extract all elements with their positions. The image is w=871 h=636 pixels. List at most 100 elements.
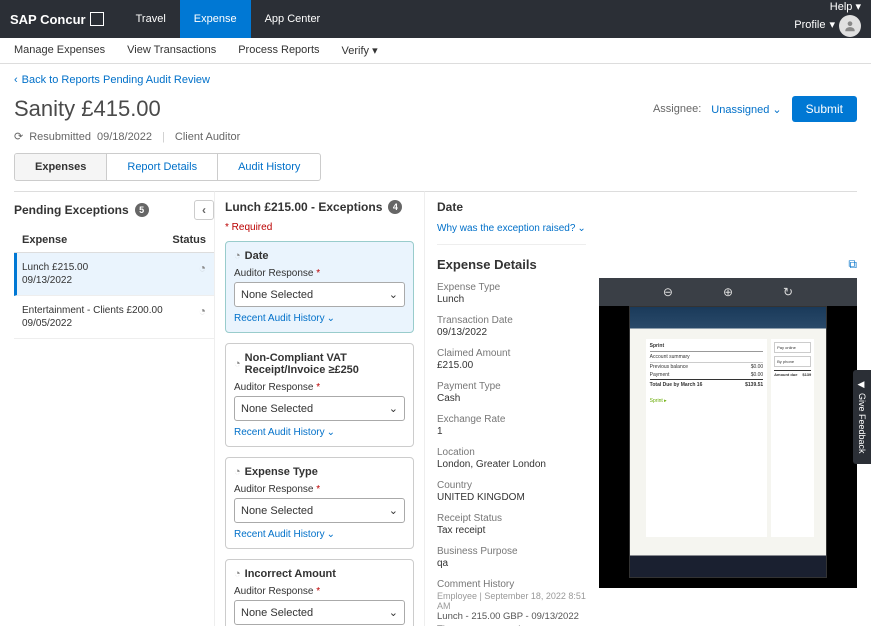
clock-icon: ◔ bbox=[234, 358, 241, 370]
exception-title: Date bbox=[245, 250, 269, 262]
auditor-response-label: Auditor Response bbox=[234, 268, 314, 279]
field-label: Location bbox=[437, 447, 587, 458]
brand: SAP Concur bbox=[10, 12, 104, 27]
subnav-manage[interactable]: Manage Expenses bbox=[14, 44, 105, 57]
pending-exceptions-title: Pending Exceptions bbox=[14, 203, 129, 217]
item-title: Entertainment - Clients £200.00 bbox=[22, 304, 163, 317]
chevron-down-icon: ⌄ bbox=[389, 606, 398, 619]
subnav-process[interactable]: Process Reports bbox=[238, 44, 319, 57]
pending-exceptions-panel: Pending Exceptions 5 ‹ Expense Status Lu… bbox=[14, 191, 214, 626]
avatar-icon bbox=[839, 15, 861, 37]
pending-count-badge: 5 bbox=[135, 203, 149, 217]
required-note: * Required bbox=[225, 222, 414, 233]
report-title: Sanity £415.00 bbox=[14, 96, 161, 122]
auditor-response-select[interactable]: None Selected⌄ bbox=[234, 396, 405, 421]
field-label: Country bbox=[437, 480, 587, 491]
submit-button[interactable]: Submit bbox=[792, 96, 857, 122]
subnav-verify[interactable]: Verify ▾ bbox=[342, 44, 378, 57]
item-date: 09/05/2022 bbox=[22, 317, 163, 330]
nav-appcenter[interactable]: App Center bbox=[251, 0, 335, 38]
external-link-icon[interactable]: ⧉ bbox=[848, 257, 857, 271]
exceptions-title: Lunch £215.00 - Exceptions bbox=[225, 200, 382, 214]
clock-icon: ◔ bbox=[234, 466, 241, 478]
field-value: qa bbox=[437, 558, 587, 569]
field-label: Payment Type bbox=[437, 381, 587, 392]
field-value: 09/13/2022 bbox=[437, 327, 587, 338]
expense-details-fields: Expense Details Expense TypeLunch Transa… bbox=[437, 257, 587, 626]
item-title: Lunch £215.00 bbox=[22, 261, 88, 274]
top-right: Help ▾ Profile ▾ bbox=[794, 1, 861, 36]
sub-nav: Manage Expenses View Transactions Proces… bbox=[0, 38, 871, 64]
tab-audit-history[interactable]: Audit History bbox=[218, 154, 320, 180]
recent-audit-history-link[interactable]: Recent Audit History ⌄ bbox=[234, 427, 335, 438]
subnav-view[interactable]: View Transactions bbox=[127, 44, 216, 57]
tab-expenses[interactable]: Expenses bbox=[15, 154, 107, 180]
field-value: UNITED KINGDOM bbox=[437, 492, 587, 503]
clock-icon: ◔ bbox=[234, 250, 241, 262]
field-label: Claimed Amount bbox=[437, 348, 587, 359]
auditor-response-label: Auditor Response bbox=[234, 484, 314, 495]
auditor-response-select[interactable]: None Selected⌄ bbox=[234, 498, 405, 523]
list-item[interactable]: Entertainment - Clients £200.00 09/05/20… bbox=[14, 296, 214, 339]
status-row: ⟳ Resubmitted 09/18/2022 | Client Audito… bbox=[0, 130, 871, 153]
auditor-response-select[interactable]: None Selected⌄ bbox=[234, 282, 405, 307]
nav-expense[interactable]: Expense bbox=[180, 0, 251, 38]
zoom-in-icon[interactable]: ⊕ bbox=[723, 285, 733, 299]
col-header-status: Status bbox=[172, 234, 206, 246]
item-date: 09/13/2022 bbox=[22, 274, 88, 287]
assignee-value[interactable]: Unassigned ⌄ bbox=[711, 103, 781, 116]
chevron-down-icon: ⌄ bbox=[389, 402, 398, 415]
megaphone-icon: ◀ bbox=[857, 380, 867, 390]
auditor-response-select[interactable]: None Selected⌄ bbox=[234, 600, 405, 625]
status-date: 09/18/2022 bbox=[97, 131, 152, 143]
comment-meta: Employee | September 18, 2022 8:51 AM bbox=[437, 591, 587, 611]
list-header: Expense Status bbox=[14, 228, 214, 253]
auditor-response-label: Auditor Response bbox=[234, 382, 314, 393]
back-link[interactable]: ‹ Back to Reports Pending Audit Review bbox=[0, 64, 871, 92]
recent-audit-history-link[interactable]: Recent Audit History ⌄ bbox=[234, 313, 335, 324]
date-heading: Date bbox=[437, 200, 857, 220]
feedback-tab[interactable]: ◀ Give Feedback bbox=[853, 370, 871, 464]
chevron-down-icon: ⌄ bbox=[389, 288, 398, 301]
col-header-expense: Expense bbox=[22, 234, 67, 246]
chevron-down-icon: ⌄ bbox=[389, 504, 398, 517]
field-label: Comment History bbox=[437, 579, 587, 590]
exceptions-panel: Lunch £215.00 - Exceptions 4 * Required … bbox=[214, 191, 424, 626]
field-value: 1 bbox=[437, 426, 587, 437]
brand-logo-icon bbox=[90, 12, 104, 26]
zoom-out-icon[interactable]: ⊖ bbox=[663, 285, 673, 299]
field-label: Business Purpose bbox=[437, 546, 587, 557]
why-exception-link[interactable]: Why was the exception raised? ⌄ bbox=[437, 223, 586, 245]
comment-body: Lunch - 215.00 GBP - 09/13/2022 The expe… bbox=[437, 611, 587, 626]
collapse-button[interactable]: ‹ bbox=[194, 200, 214, 220]
exception-card-expense-type: ◔Expense Type Auditor Response * None Se… bbox=[225, 457, 414, 549]
exception-card-date: ◔Date Auditor Response * None Selected⌄ … bbox=[225, 241, 414, 333]
exception-title: Incorrect Amount bbox=[245, 568, 336, 580]
status-icon: ⟳ bbox=[14, 130, 23, 143]
field-value: Tax receipt bbox=[437, 525, 587, 536]
field-label: Transaction Date bbox=[437, 315, 587, 326]
nav-travel[interactable]: Travel bbox=[122, 0, 180, 38]
exception-title: Non-Compliant VAT Receipt/Invoice ≥£250 bbox=[245, 352, 405, 376]
field-label: Expense Type bbox=[437, 282, 587, 293]
recent-audit-history-link[interactable]: Recent Audit History ⌄ bbox=[234, 529, 335, 540]
exception-title: Expense Type bbox=[245, 466, 318, 478]
list-item[interactable]: Lunch £215.00 09/13/2022 ◔ bbox=[14, 253, 214, 296]
report-tabs: Expenses Report Details Audit History bbox=[14, 153, 321, 181]
clock-icon: ◔ bbox=[199, 261, 206, 287]
assignee-label: Assignee: bbox=[653, 103, 701, 115]
tab-report-details[interactable]: Report Details bbox=[107, 154, 218, 180]
clock-icon: ◔ bbox=[234, 568, 241, 580]
exception-card-incorrect-amount: ◔Incorrect Amount Auditor Response * Non… bbox=[225, 559, 414, 626]
field-label: Exchange Rate bbox=[437, 414, 587, 425]
help-link[interactable]: Help ▾ bbox=[794, 1, 861, 14]
receipt-image[interactable]: Sprint Account summary Previous balance$… bbox=[629, 306, 827, 578]
profile-menu[interactable]: Profile ▾ bbox=[794, 15, 861, 37]
field-value: Cash bbox=[437, 393, 587, 404]
field-value: London, Greater London bbox=[437, 459, 587, 470]
field-value: £215.00 bbox=[437, 360, 587, 371]
status-role: Client Auditor bbox=[175, 131, 240, 143]
exceptions-count-badge: 4 bbox=[388, 200, 402, 214]
expense-details-title: Expense Details bbox=[437, 257, 537, 272]
refresh-icon[interactable]: ↻ bbox=[783, 285, 793, 299]
